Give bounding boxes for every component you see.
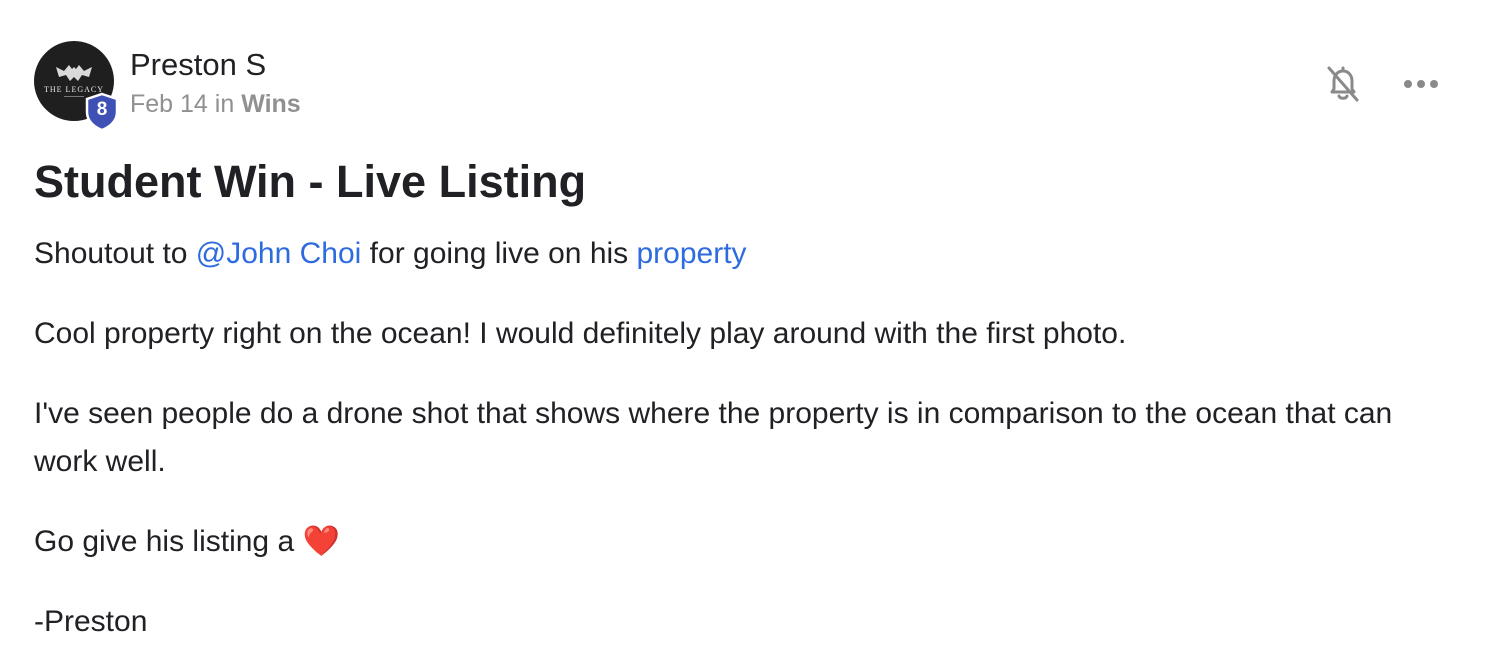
category-link[interactable]: Wins (241, 90, 301, 118)
level-badge: 8 (84, 92, 120, 132)
shoutout-text: Shoutout to (34, 237, 196, 270)
post-date[interactable]: Feb 14 (130, 90, 208, 118)
property-link[interactable]: property (637, 237, 747, 270)
post-title: Student Win - Live Listing (34, 156, 587, 207)
post-header: THE LEGACY 8 Preston S Feb 14 in Wins (34, 41, 301, 132)
mention-link[interactable]: @John Choi (196, 237, 362, 270)
more-horizontal-icon (1404, 80, 1438, 88)
bell-off-button[interactable] (1323, 62, 1363, 106)
post-card: THE LEGACY 8 Preston S Feb 14 in Wins St… (0, 0, 1495, 671)
paragraph-drone: I've seen people do a drone shot that sh… (34, 397, 1393, 478)
in-word: in (214, 90, 235, 118)
paragraph-shoutout: Shoutout to @John Choi for going live on… (34, 230, 1454, 278)
author-name[interactable]: Preston S (130, 47, 301, 83)
shoutout-middle-text: for going live on his (361, 237, 637, 270)
level-number: 8 (96, 99, 108, 120)
heart-emoji: ❤️ (302, 525, 340, 558)
signature: -Preston (34, 605, 148, 638)
post-subline: Feb 14 in Wins (130, 89, 301, 119)
post-actions (1323, 62, 1439, 106)
paragraph-ocean: Cool property right on the ocean! I woul… (34, 317, 1127, 350)
post-body: Shoutout to @John Choi for going live on… (34, 230, 1454, 671)
avatar-container[interactable]: THE LEGACY 8 (34, 41, 119, 132)
bell-off-icon (1327, 66, 1359, 102)
more-options-button[interactable] (1403, 62, 1439, 106)
listing-text: Go give his listing a (34, 525, 303, 558)
paragraph-listing: Go give his listing a ❤️ (34, 518, 1454, 566)
post-meta: Preston S Feb 14 in Wins (130, 47, 301, 119)
